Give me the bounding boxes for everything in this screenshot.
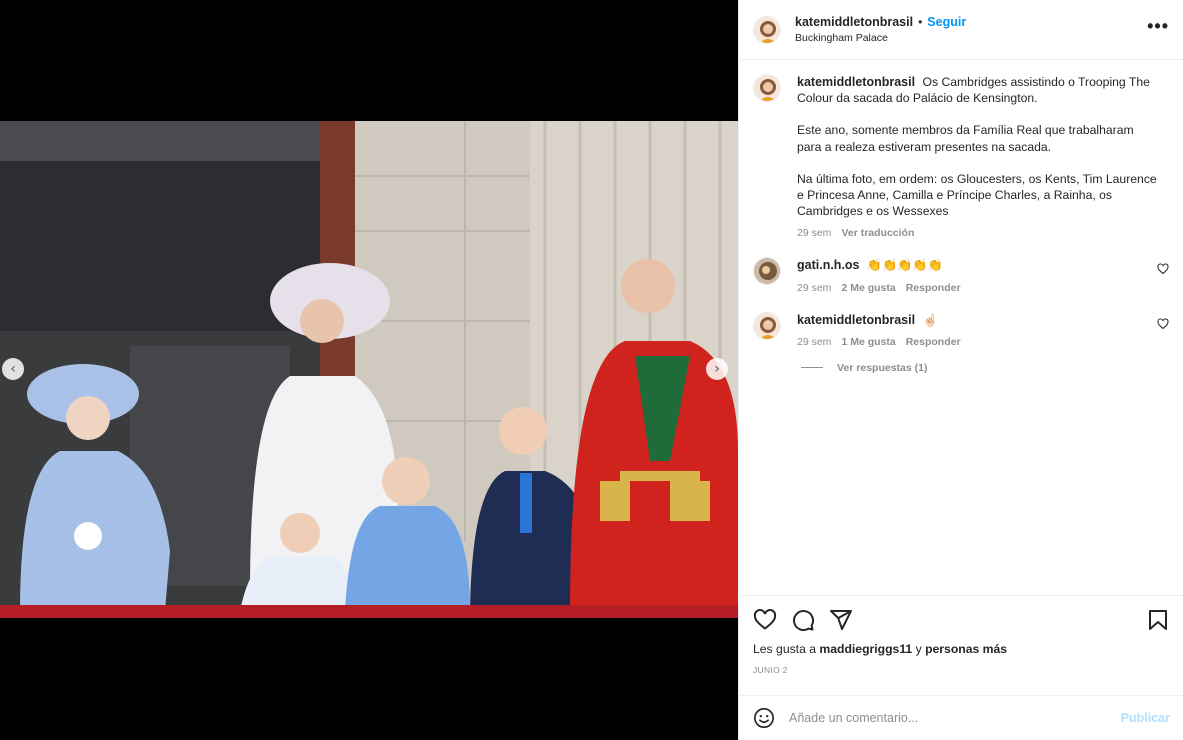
header-text: katemiddletonbrasil • Seguir Buckingham …	[795, 15, 966, 44]
avatar-image	[754, 75, 780, 101]
carousel-prev-button[interactable]: ‹	[2, 358, 24, 380]
reply-button[interactable]: Responder	[906, 336, 961, 348]
share-paper-plane-icon[interactable]	[829, 608, 853, 632]
caption-comment: katemiddletonbrasil Os Cambridges assist…	[753, 74, 1169, 239]
like-heart-icon[interactable]	[753, 608, 777, 632]
caption-time[interactable]: 29 sem	[797, 227, 831, 239]
comment-text: katemiddletonbrasil ☝🏻	[797, 312, 1157, 328]
liker-username[interactable]: maddiegriggs11	[819, 642, 912, 656]
post-header: katemiddletonbrasil • Seguir Buckingham …	[739, 0, 1183, 60]
action-bar	[753, 608, 1170, 632]
carousel-next-button[interactable]: ›	[706, 358, 728, 380]
comment-content: 👏👏👏👏👏	[866, 258, 943, 273]
comment-likes[interactable]: 1 Me gusta	[841, 336, 895, 348]
comment-content: ☝🏻	[922, 312, 938, 327]
comment-username[interactable]: gati.n.h.os	[797, 258, 860, 272]
caption-paragraph-3: Na última foto, em ordem: os Gloucesters…	[797, 171, 1157, 219]
author-avatar[interactable]	[753, 15, 781, 44]
emoji-icon[interactable]	[753, 707, 775, 729]
replies-divider-line	[801, 367, 823, 369]
likes-summary: Les gusta a maddiegriggs11 y personas má…	[753, 642, 1170, 656]
caption-meta: 29 sem Ver traducción	[797, 227, 1157, 239]
post-details-panel: katemiddletonbrasil • Seguir Buckingham …	[738, 0, 1183, 740]
likes-prefix: Les gusta a	[753, 642, 820, 656]
instagram-post-modal: ‹ › katemiddletonbrasil • Seguir Bucking…	[0, 0, 1183, 740]
comment-text: gati.n.h.os 👏👏👏👏👏	[797, 257, 1157, 273]
post-actions-section: Les gusta a maddiegriggs11 y personas má…	[739, 595, 1183, 695]
comment-bubble-icon[interactable]	[791, 608, 815, 632]
comment-meta: 29 sem 1 Me gusta Responder	[797, 336, 1157, 348]
like-comment-heart-icon[interactable]	[1157, 263, 1169, 275]
others-likes-link[interactable]: personas más	[925, 642, 1007, 656]
more-options-icon[interactable]: •••	[1147, 16, 1169, 37]
commenter-avatar[interactable]	[753, 257, 781, 286]
see-translation-button[interactable]: Ver traducción	[841, 227, 914, 239]
reply-button[interactable]: Responder	[906, 282, 961, 294]
comment-item: katemiddletonbrasil ☝🏻 29 sem 1 Me gusta…	[753, 311, 1169, 348]
avatar-image	[754, 258, 780, 285]
post-photo[interactable]	[0, 121, 738, 618]
follow-button[interactable]: Seguir	[927, 15, 966, 29]
caption-username[interactable]: katemiddletonbrasil	[797, 75, 915, 89]
comments-list: katemiddletonbrasil Os Cambridges assist…	[739, 60, 1183, 595]
comment-username[interactable]: katemiddletonbrasil	[797, 313, 915, 327]
comment-meta: 29 sem 2 Me gusta Responder	[797, 282, 1157, 294]
comment-time[interactable]: 29 sem	[797, 336, 831, 348]
caption-paragraph-2: Este ano, somente membros da Família Rea…	[797, 123, 1134, 154]
comment-input[interactable]: Añade un comentario...	[789, 711, 1121, 725]
avatar-image	[754, 312, 780, 339]
comment-time[interactable]: 29 sem	[797, 282, 831, 294]
royal-family-balcony-photo	[0, 121, 738, 618]
likes-middle: y	[912, 642, 926, 656]
separator-dot: •	[918, 15, 923, 29]
view-replies-button[interactable]: Ver respuestas (1)	[801, 362, 1169, 374]
post-media-panel: ‹ ›	[0, 0, 738, 740]
caption-avatar[interactable]	[753, 74, 781, 102]
comment-item: gati.n.h.os 👏👏👏👏👏 29 sem 2 Me gusta Resp…	[753, 257, 1169, 294]
view-replies-label: Ver respuestas (1)	[837, 361, 928, 374]
save-bookmark-icon[interactable]	[1146, 608, 1170, 632]
add-comment-bar: Añade un comentario... Publicar	[739, 695, 1183, 740]
comment-likes[interactable]: 2 Me gusta	[841, 282, 895, 294]
post-date[interactable]: JUNIO 2	[753, 665, 1170, 675]
post-location[interactable]: Buckingham Palace	[795, 32, 966, 44]
like-comment-heart-icon[interactable]	[1157, 318, 1169, 330]
publish-button[interactable]: Publicar	[1121, 711, 1170, 725]
author-username[interactable]: katemiddletonbrasil	[795, 15, 913, 29]
avatar-image	[754, 16, 780, 43]
commenter-avatar[interactable]	[753, 311, 781, 340]
caption-text: katemiddletonbrasil Os Cambridges assist…	[797, 74, 1157, 106]
